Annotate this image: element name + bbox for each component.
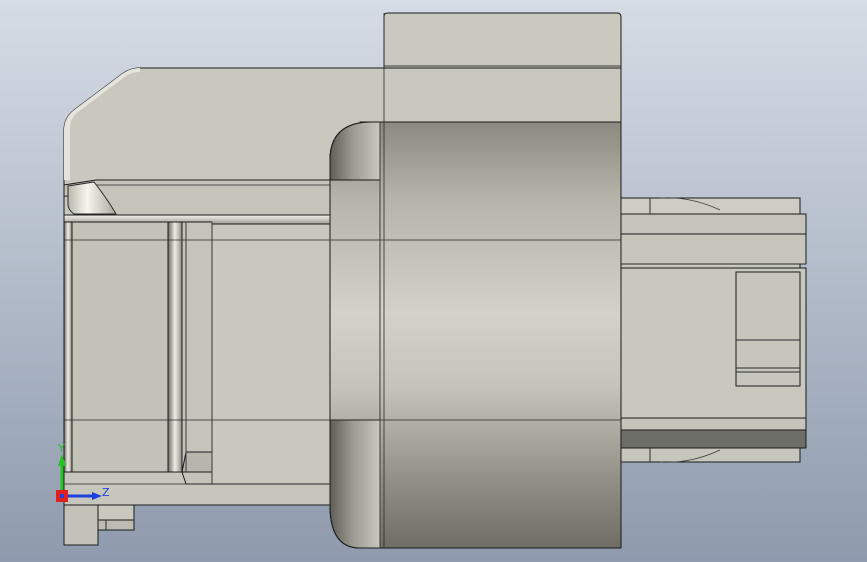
triad-y-label: Y <box>58 442 65 455</box>
model-view[interactable] <box>0 0 867 562</box>
bottom-foot <box>63 504 99 546</box>
triad-z-label: Z <box>102 486 110 499</box>
plug-groove <box>620 429 807 449</box>
graphics-viewport[interactable]: Y Z <box>0 0 867 562</box>
plug-window <box>735 271 801 387</box>
top-tab <box>383 12 622 69</box>
latch-column-left <box>63 221 73 485</box>
